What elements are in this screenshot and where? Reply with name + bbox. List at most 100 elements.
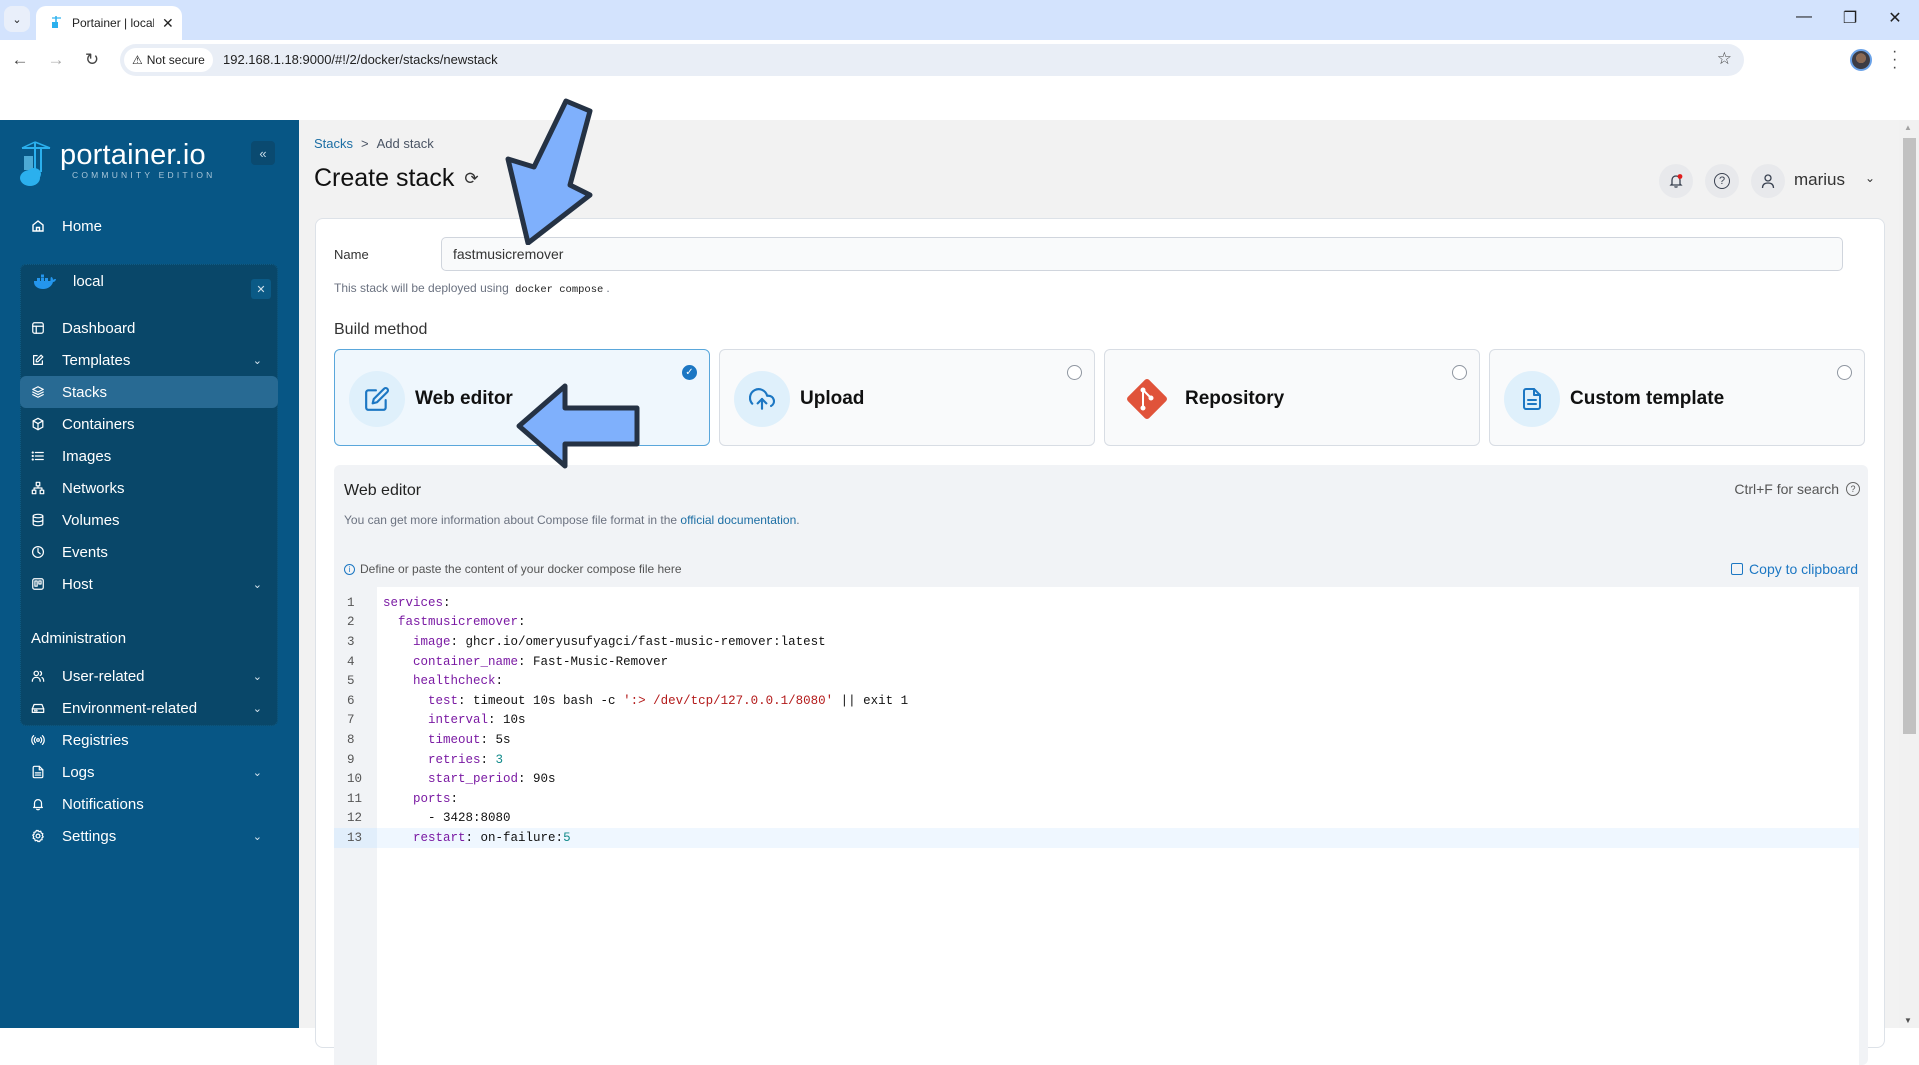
code-line[interactable]: 12 - 3428:8080	[334, 809, 1859, 829]
sidebar-item-logs[interactable]: Logs ⌄	[20, 756, 278, 788]
scroll-down-icon[interactable]: ▼	[1904, 1016, 1912, 1025]
browser-menu-icon[interactable]: · · ·	[1892, 44, 1897, 76]
code-line[interactable]: 6 test: timeout 10s bash -c ':> /dev/tcp…	[334, 691, 1859, 711]
stack-name-input[interactable]	[441, 237, 1843, 271]
code-line[interactable]: 9 retries: 3	[334, 750, 1859, 770]
user-menu-button[interactable]	[1751, 164, 1785, 198]
bookmark-star-icon[interactable]: ☆	[1717, 49, 1732, 69]
code-text: interval: 10s	[428, 713, 526, 728]
deploy-note-suffix: .	[606, 281, 610, 295]
forward-icon[interactable]: →	[44, 50, 68, 70]
sidebar-item-settings[interactable]: Settings ⌄	[20, 820, 278, 852]
reload-icon[interactable]: ↻	[80, 50, 104, 70]
build-method-label: Upload	[800, 388, 865, 409]
security-chip[interactable]: ⚠ Not secure	[124, 48, 213, 72]
environment-header: local	[33, 273, 104, 290]
profile-avatar[interactable]	[1850, 49, 1872, 71]
chevron-down-icon[interactable]: ⌄	[253, 578, 262, 591]
sidebar-item-registries[interactable]: Registries	[20, 724, 278, 756]
scroll-up-icon[interactable]: ▲	[1904, 123, 1912, 132]
sidebar-item-images[interactable]: Images	[20, 440, 278, 472]
search-hint: Ctrl+F for search ?	[1734, 481, 1860, 497]
upload-cloud-icon	[734, 371, 790, 427]
portainer-logo-icon	[20, 141, 51, 186]
code-line[interactable]: 10 start_period: 90s	[334, 769, 1859, 789]
address-bar[interactable]: ⚠ Not secure 192.168.1.18:9000/#!/2/dock…	[120, 44, 1744, 76]
sidebar-item-label: Settings	[62, 827, 117, 845]
build-method-radio[interactable]	[1452, 365, 1467, 380]
sidebar-item-networks[interactable]: Networks	[20, 472, 278, 504]
code-line[interactable]: 3 image: ghcr.io/omeryusufyagci/fast-mus…	[334, 632, 1859, 652]
chevron-down-icon[interactable]: ⌄	[1865, 171, 1875, 185]
deploy-note-text: This stack will be deployed using	[334, 281, 509, 295]
code-line[interactable]: 13 restart: on-failure:5	[334, 828, 1859, 848]
build-method-radio[interactable]	[1067, 365, 1082, 380]
hard-drive-icon	[30, 700, 46, 716]
code-line[interactable]: 7 interval: 10s	[334, 711, 1859, 731]
chevron-down-icon[interactable]: ⌄	[253, 766, 262, 779]
line-number: 11	[347, 791, 363, 806]
breadcrumb-stacks-link[interactable]: Stacks	[314, 136, 353, 151]
help-button[interactable]: ?	[1705, 164, 1739, 198]
portainer-logo[interactable]: portainer.io COMMUNITY EDITION	[18, 140, 216, 188]
tab-search-button[interactable]: ⌄	[4, 6, 30, 32]
sidebar-item-templates[interactable]: Templates ⌄	[20, 344, 278, 376]
sidebar-item-volumes[interactable]: Volumes	[20, 504, 278, 536]
chevron-down-icon[interactable]: ⌄	[253, 830, 262, 843]
minimize-icon[interactable]: —	[1789, 8, 1819, 26]
deploy-note-code: docker compose	[515, 284, 604, 296]
page-scrollbar[interactable]: ▲ ▼	[1899, 120, 1919, 1028]
notifications-button[interactable]	[1659, 164, 1693, 198]
sidebar-item-dashboard[interactable]: Dashboard	[20, 312, 278, 344]
edit-icon	[30, 352, 46, 368]
official-documentation-link[interactable]: official documentation	[680, 513, 796, 527]
code-editor[interactable]: 1 services: 2 fastmusicremover: 3 image: gh…	[334, 587, 1859, 1065]
sidebar-item-label: Dashboard	[62, 319, 136, 337]
code-line[interactable]: 8 timeout: 5s	[334, 730, 1859, 750]
search-hint-text: Ctrl+F for search	[1734, 481, 1839, 497]
sidebar-item-environment-related[interactable]: Environment-related ⌄	[20, 692, 278, 724]
code-line[interactable]: 5 healthcheck:	[334, 671, 1859, 691]
build-method-radio[interactable]	[1837, 365, 1852, 380]
sidebar-item-user-related[interactable]: User-related ⌄	[20, 660, 278, 692]
sidebar-item-host[interactable]: Host ⌄	[20, 568, 278, 600]
chevron-down-icon[interactable]: ⌄	[253, 354, 262, 367]
collapse-sidebar-button[interactable]: «	[251, 141, 275, 165]
build-method-radio-checked[interactable]: ✓	[682, 365, 697, 380]
line-number: 8	[347, 732, 355, 747]
restore-icon[interactable]: ❐	[1835, 8, 1865, 28]
scrollbar-thumb[interactable]	[1903, 138, 1916, 734]
sidebar-item-home[interactable]: Home	[20, 210, 278, 242]
copy-to-clipboard-button[interactable]: Copy to clipboard	[1731, 561, 1858, 577]
window-close-icon[interactable]: ✕	[1880, 8, 1910, 28]
bell-icon	[1669, 174, 1683, 188]
refresh-icon[interactable]: ⟳	[464, 169, 478, 189]
chevron-down-icon[interactable]: ⌄	[253, 670, 262, 683]
browser-tab[interactable]: Portainer | local ✕	[36, 6, 182, 40]
code-line[interactable]: 11 ports:	[334, 789, 1859, 809]
code-line[interactable]: 1 services:	[334, 593, 1859, 613]
sidebar-item-containers[interactable]: Containers	[20, 408, 278, 440]
username[interactable]: marius	[1794, 170, 1845, 190]
build-method-custom-template[interactable]: Custom template	[1489, 349, 1865, 446]
chevron-down-icon[interactable]: ⌄	[253, 702, 262, 715]
sidebar-item-notifications[interactable]: Notifications	[20, 788, 278, 820]
sidebar-item-events[interactable]: Events	[20, 536, 278, 568]
build-method-web-editor[interactable]: Web editor ✓	[334, 349, 710, 446]
code-line[interactable]: 2 fastmusicremover:	[334, 613, 1859, 633]
close-environment-button[interactable]: ✕	[251, 279, 271, 299]
back-icon[interactable]: ←	[8, 50, 32, 70]
code-text: restart: on-failure:5	[413, 830, 571, 845]
build-method-repository[interactable]: Repository	[1104, 349, 1480, 446]
sidebar-item-stacks[interactable]: Stacks	[20, 376, 278, 408]
url-text[interactable]: 192.168.1.18:9000/#!/2/docker/stacks/new…	[223, 52, 498, 67]
line-number: 9	[347, 752, 355, 767]
database-icon	[30, 512, 46, 528]
build-method-upload[interactable]: Upload	[719, 349, 1095, 446]
code-line[interactable]: 4 container_name: Fast-Music-Remover	[334, 652, 1859, 672]
file-text-icon	[1504, 371, 1560, 427]
create-stack-form: Name This stack will be deployed using d…	[315, 218, 1885, 1065]
help-circle-icon[interactable]: ?	[1846, 482, 1860, 496]
tab-close-icon[interactable]: ✕	[162, 15, 174, 32]
users-icon	[30, 668, 46, 684]
